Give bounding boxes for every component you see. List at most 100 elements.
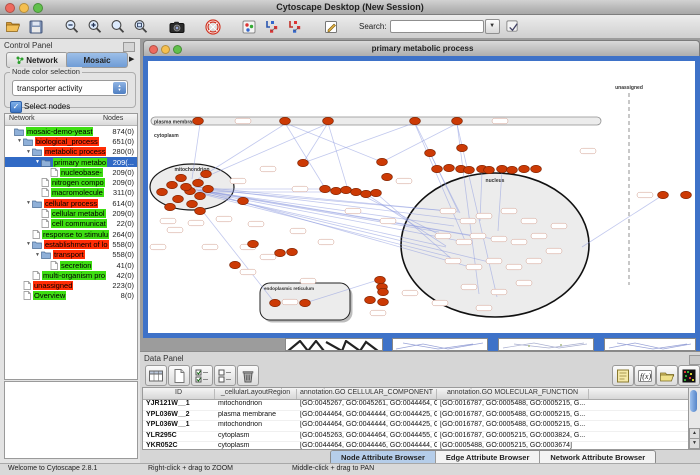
network-node[interactable] (300, 299, 311, 306)
tree-row-nucleobase-[interactable]: nucleobase-209(0) (5, 167, 137, 177)
delete-attribute-icon[interactable] (237, 365, 259, 386)
network-node[interactable] (531, 165, 542, 172)
network-node[interactable] (203, 185, 214, 192)
network-node[interactable] (230, 261, 241, 268)
attribute-select-icon[interactable] (145, 365, 167, 386)
tree-row-primary-metabo[interactable]: ▼primary metabo209(... (5, 157, 137, 167)
network-node[interactable] (323, 117, 334, 124)
expand-triangle-icon[interactable]: ▼ (25, 149, 32, 155)
network-node[interactable] (195, 207, 206, 214)
float-panel-icon[interactable] (123, 42, 135, 52)
network-edge[interactable] (285, 123, 382, 162)
network-node[interactable] (484, 166, 495, 173)
annotation-icon[interactable] (321, 18, 341, 36)
network-node[interactable] (270, 299, 281, 306)
tree-row-cellular-metabol[interactable]: cellular metabol209(0) (5, 208, 137, 218)
tab-mosaic[interactable]: Mosaic (66, 52, 128, 68)
network-node[interactable] (173, 195, 184, 202)
network-node[interactable] (193, 179, 204, 186)
import-network-blue-icon[interactable] (262, 18, 282, 36)
network-node[interactable] (378, 288, 389, 295)
table-scrollbar[interactable]: ▲ ▼ (688, 387, 700, 450)
network-node[interactable] (331, 187, 342, 194)
attribute-matrix-icon[interactable] (678, 365, 700, 386)
expand-triangle-icon[interactable]: ▼ (34, 252, 41, 258)
network-edge[interactable] (328, 123, 348, 190)
import-attributes-icon[interactable] (656, 365, 678, 386)
network-node[interactable] (464, 166, 475, 173)
network-edge[interactable] (190, 189, 439, 232)
scroll-down-icon[interactable]: ▼ (689, 438, 700, 449)
network-node[interactable] (378, 298, 389, 305)
tree-row-secretion[interactable]: secretion41(0) (5, 260, 137, 270)
expand-triangle-icon[interactable]: ▼ (34, 159, 41, 165)
network-node[interactable] (193, 117, 204, 124)
network-node[interactable] (187, 200, 198, 207)
tree-row-nitrogen-compo[interactable]: nitrogen compo209(0) (5, 177, 137, 187)
open-file-icon[interactable] (3, 18, 23, 36)
network-node[interactable] (298, 159, 309, 166)
vizmapper-icon[interactable] (239, 18, 259, 36)
search-input[interactable] (390, 20, 484, 33)
tree-row-response-to-stimulu[interactable]: response to stimulu264(0) (5, 229, 137, 239)
tree-row-biological-process[interactable]: ▼biological_process651(0) (5, 136, 137, 146)
network-node[interactable] (280, 117, 291, 124)
network-node[interactable] (497, 165, 508, 172)
network-node[interactable] (410, 117, 421, 124)
expand-triangle-icon[interactable]: ▼ (25, 241, 32, 247)
table-row[interactable]: YJR121W__1mitochondrion[GO:0045267, GO:0… (143, 400, 689, 411)
column-header-3[interactable]: annotation.GO MOLECULAR_FUNCTION (437, 389, 589, 399)
search-config-icon[interactable] (503, 18, 523, 36)
create-attribute-icon[interactable] (168, 365, 190, 386)
zoom-out-icon[interactable] (62, 18, 82, 36)
tree-row-establishment-of-lo[interactable]: ▼establishment of lo558(0) (5, 239, 137, 249)
expand-triangle-icon[interactable]: ▼ (25, 200, 32, 206)
network-node[interactable] (320, 185, 331, 192)
network-node[interactable] (375, 276, 386, 283)
tree-col-nodes[interactable]: Nodes (103, 115, 123, 122)
function-builder-icon[interactable]: f(x) (634, 365, 656, 386)
zoom-selected-icon[interactable] (108, 18, 128, 36)
network-node[interactable] (248, 240, 259, 247)
tree-row-transport[interactable]: ▼transport558(0) (5, 250, 137, 260)
table-row[interactable]: YPL036W__2plasma membrane[GO:0044464, GO… (143, 411, 689, 422)
network-node[interactable] (519, 165, 530, 172)
search-options-dropdown[interactable]: ▼ (485, 19, 500, 34)
column-header-0[interactable]: ID (143, 389, 215, 399)
network-node[interactable] (681, 191, 692, 198)
network-canvas[interactable]: plasma membranecytoplasmmitochondrionnuc… (143, 56, 700, 338)
tab-network[interactable]: Network (6, 52, 68, 68)
column-header-2[interactable]: annotation.GO CELLULAR_COMPONENT (297, 389, 437, 399)
table-row[interactable]: YKR052Ccytoplasm[GO:0044464, GO:0044446,… (143, 442, 689, 450)
network-node[interactable] (382, 173, 393, 180)
node-color-dropdown[interactable]: transporter activity ▲▼ (12, 80, 128, 96)
network-node[interactable] (371, 189, 382, 196)
network-node[interactable] (181, 183, 192, 190)
import-network-red-icon[interactable] (285, 18, 305, 36)
column-header-1[interactable]: _cellularLayoutRegion (215, 389, 297, 399)
network-node[interactable] (195, 192, 206, 199)
network-node[interactable] (176, 174, 187, 181)
zoom-in-icon[interactable] (85, 18, 105, 36)
network-node[interactable] (457, 144, 468, 151)
network-node[interactable] (365, 296, 376, 303)
network-node[interactable] (275, 249, 286, 256)
network-edge[interactable] (582, 195, 663, 247)
tree-row-multi-organism-pro[interactable]: multi-organism pro42(0) (5, 270, 137, 280)
network-edge[interactable] (382, 124, 456, 162)
unselect-attributes-icon[interactable] (214, 365, 236, 386)
tree-row-cellular-process[interactable]: ▼cellular process614(0) (5, 198, 137, 208)
select-nodes-checkbox[interactable]: ✓ (10, 101, 22, 113)
scrollbar-thumb[interactable] (690, 390, 697, 412)
data-panel-float-icon[interactable] (689, 355, 700, 365)
network-node[interactable] (361, 190, 372, 197)
network-node[interactable] (287, 248, 298, 255)
network-node[interactable] (167, 181, 178, 188)
zoom-fit-icon[interactable] (131, 18, 151, 36)
network-node[interactable] (452, 117, 463, 124)
tree-row-unassigned[interactable]: unassigned223(0) (5, 280, 137, 290)
expand-triangle-icon[interactable]: ▼ (16, 138, 23, 144)
table-row[interactable]: YLR295Ccytoplasm[GO:0045263, GO:0044464,… (143, 432, 689, 443)
network-edge[interactable] (285, 123, 325, 188)
network-edge[interactable] (303, 123, 414, 163)
